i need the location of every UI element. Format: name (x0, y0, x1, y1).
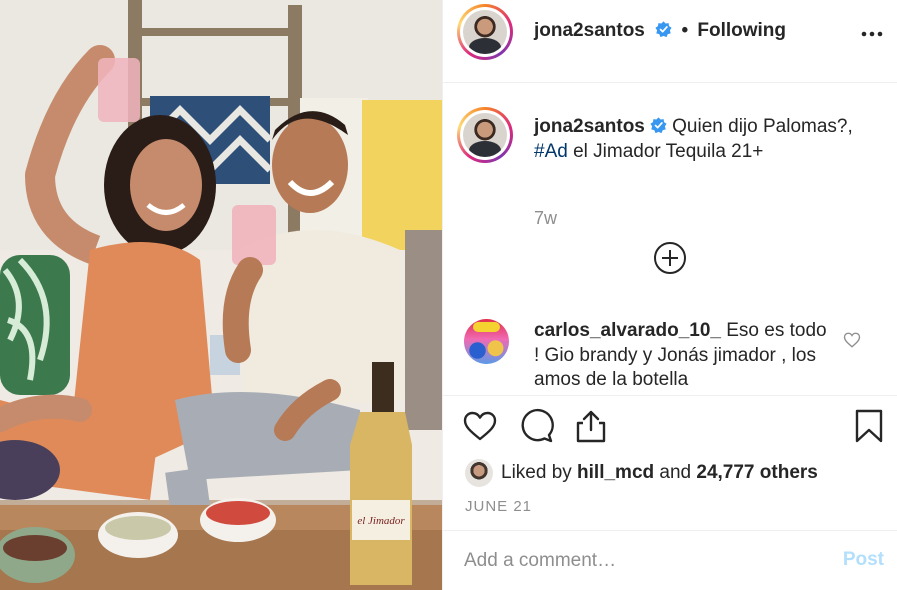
liker-avatar[interactable] (465, 459, 493, 487)
caption-text-after: el Jimador Tequila 21+ (567, 141, 764, 162)
author-avatar[interactable] (457, 4, 513, 60)
comment-like-heart-icon[interactable] (843, 331, 861, 349)
author-username[interactable]: jona2santos (534, 20, 645, 41)
verified-badge-icon (655, 21, 672, 38)
bottle-label: el Jimador (357, 515, 405, 527)
following-button[interactable]: Following (697, 20, 786, 41)
share-icon[interactable] (573, 408, 609, 444)
verified-badge-icon (650, 117, 667, 134)
post-comment-button[interactable]: Post (843, 549, 884, 571)
commenter-username[interactable]: carlos_alvarado_10_ (534, 320, 721, 341)
post-date[interactable]: JUNE 21 (465, 498, 532, 515)
header-user-line: jona2santos • Following (534, 20, 786, 42)
add-comment-input[interactable] (464, 547, 824, 575)
commenter-avatar[interactable] (464, 319, 509, 364)
more-options-icon[interactable] (860, 24, 884, 44)
caption-avatar[interactable] (457, 107, 513, 163)
load-more-icon[interactable] (653, 241, 687, 275)
heart-icon[interactable] (462, 408, 498, 444)
caption-username[interactable]: jona2santos (534, 116, 645, 137)
caption-hashtag[interactable]: #Ad (534, 141, 568, 162)
likes-count[interactable]: 24,777 others (696, 462, 817, 483)
bookmark-icon[interactable] (851, 408, 887, 444)
post-header: jona2santos • Following (443, 0, 897, 83)
comment: carlos_alvarado_10_ Eso es todo ! Gio br… (534, 319, 834, 393)
comment-icon[interactable] (518, 408, 554, 444)
likes-prefix: Liked by (501, 462, 578, 483)
caption: jona2santos Quien dijo Palomas?, #Ad el … (534, 114, 879, 164)
post-side-panel: jona2santos • Following jona2santos Quie… (442, 0, 897, 590)
post-photo[interactable]: el Jimador (0, 0, 442, 590)
separator-dot: • (681, 20, 689, 41)
likes-summary: Liked by hill_mcd and 24,777 others (465, 459, 818, 487)
caption-text-before: Quien dijo Palomas?, (672, 116, 853, 137)
post-time-ago[interactable]: 7w (534, 208, 557, 229)
add-comment-bar: Post (443, 530, 897, 590)
likes-middle: and (654, 462, 697, 483)
actions-divider (443, 395, 897, 397)
photo-illustration: el Jimador (0, 0, 442, 590)
liker-username[interactable]: hill_mcd (577, 462, 654, 483)
